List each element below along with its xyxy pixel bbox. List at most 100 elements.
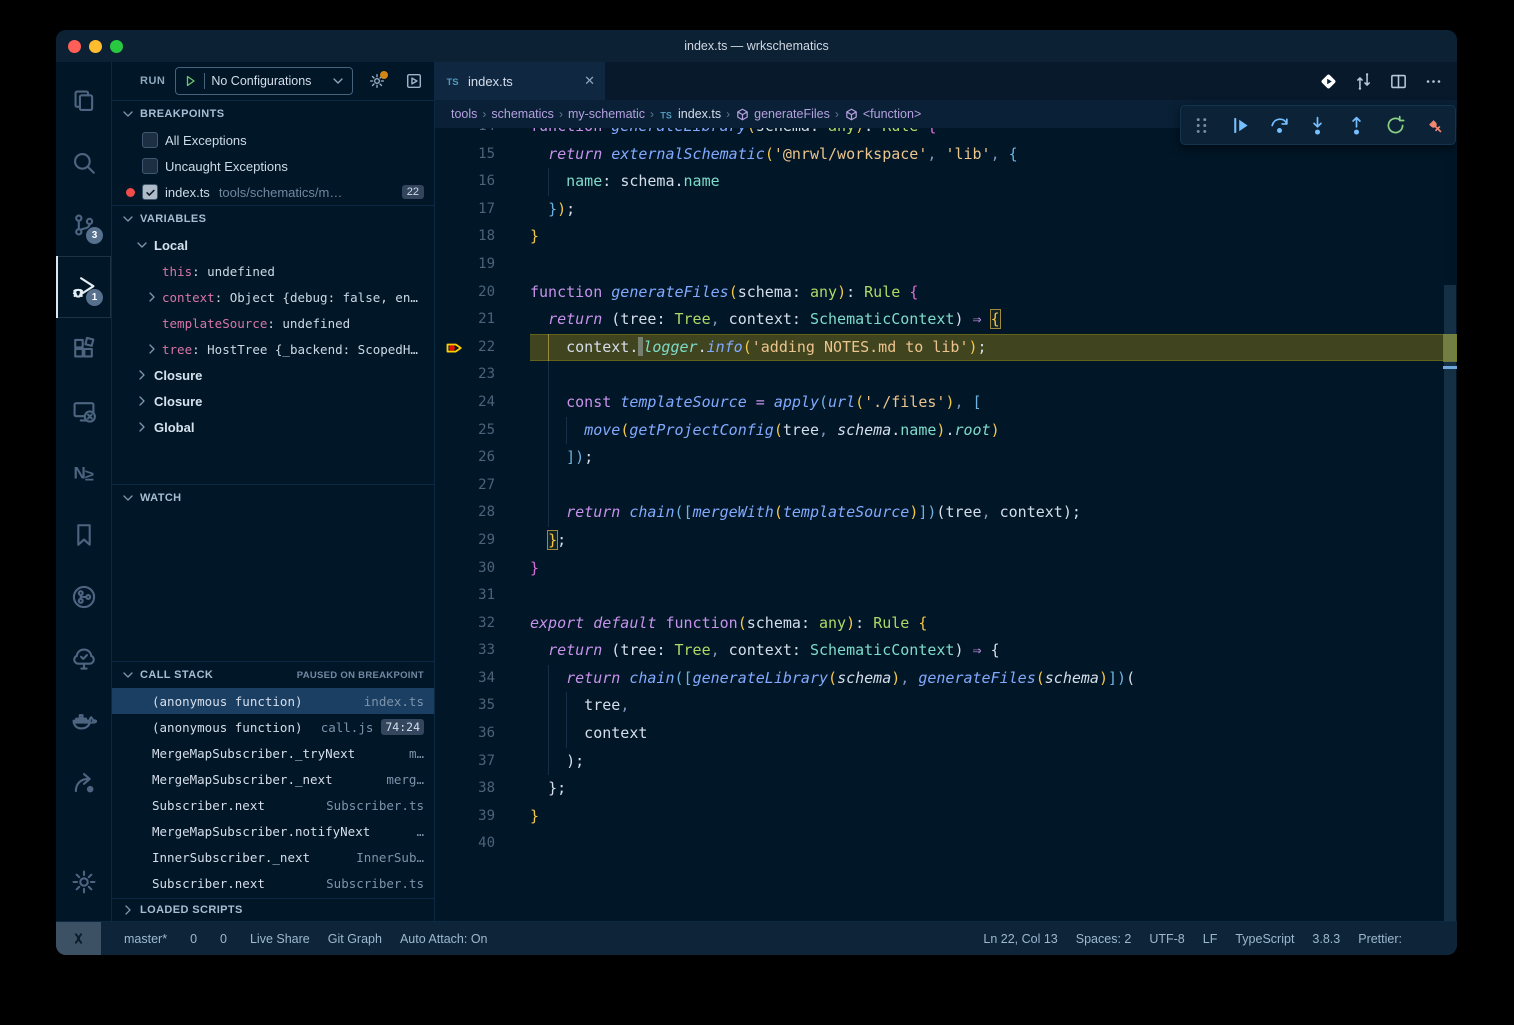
gutter[interactable]: 24 xyxy=(435,389,530,417)
status-item-errors[interactable]: 0 xyxy=(185,932,197,946)
open-changes-button[interactable] xyxy=(1354,72,1373,91)
code-line-21[interactable]: 21 return (tree: Tree, context: Schemati… xyxy=(435,306,1457,334)
configure-gear-button[interactable] xyxy=(369,73,385,89)
gutter[interactable]: 23 xyxy=(435,361,530,389)
code-line-23[interactable]: 23 xyxy=(435,361,1457,389)
code-line-16[interactable]: 16 name: schema.name xyxy=(435,168,1457,196)
vertical-scrollbar[interactable] xyxy=(1443,128,1457,921)
breadcrumb-item[interactable]: my-schematic xyxy=(568,107,645,121)
gutter[interactable]: 20 xyxy=(435,279,530,307)
status-item-ts-version[interactable]: 3.8.3 xyxy=(1312,932,1340,946)
gutter[interactable]: 27 xyxy=(435,472,530,500)
status-item-eol[interactable]: LF xyxy=(1203,932,1218,946)
variable-scope-closure[interactable]: Closure xyxy=(112,388,434,414)
gutter[interactable]: 36 xyxy=(435,720,530,748)
scrollbar-thumb[interactable] xyxy=(1444,285,1456,921)
code-line-30[interactable]: 30} xyxy=(435,555,1457,583)
start-debugging-icon[interactable] xyxy=(182,73,198,89)
variables-section-header[interactable]: VARIABLES xyxy=(112,205,434,232)
breadcrumb-item[interactable]: schematics xyxy=(491,107,554,121)
call-stack-frame[interactable]: MergeMapSubscriber._nextmerg… xyxy=(112,766,434,792)
code-line-20[interactable]: 20function generateFiles(schema: any): R… xyxy=(435,279,1457,307)
activity-bar-item-live-share[interactable] xyxy=(56,752,111,814)
status-item-warnings[interactable]: 0 xyxy=(215,932,227,946)
drag-handle-button[interactable] xyxy=(1191,115,1212,136)
gutter[interactable]: 18 xyxy=(435,223,530,251)
status-item-language[interactable]: TypeScript xyxy=(1235,932,1294,946)
watch-section-header[interactable]: WATCH xyxy=(112,484,434,511)
call-stack-frame[interactable]: (anonymous function)index.ts xyxy=(112,688,434,714)
gutter[interactable]: 32 xyxy=(435,610,530,638)
gutter[interactable]: 35 xyxy=(435,692,530,720)
activity-bar-item-remote-explorer[interactable] xyxy=(56,380,111,442)
debug-console-button[interactable] xyxy=(405,72,423,90)
code-line-31[interactable]: 31 xyxy=(435,582,1457,610)
gutter[interactable]: 15 xyxy=(435,141,530,169)
code-line-33[interactable]: 33 return (tree: Tree, context: Schemati… xyxy=(435,637,1457,665)
gutter[interactable]: 37 xyxy=(435,748,530,776)
activity-bar-item-explorer[interactable] xyxy=(56,70,111,132)
disconnect-button[interactable] xyxy=(1424,115,1445,136)
activity-bar-item-run-and-debug[interactable]: 1 xyxy=(56,256,111,318)
call-stack-frame[interactable]: InnerSubscriber._nextInnerSub… xyxy=(112,844,434,870)
activity-bar-item-nx-console[interactable]: N≥ xyxy=(56,442,111,504)
status-item-cursor-position[interactable]: Ln 22, Col 13 xyxy=(983,932,1057,946)
more-actions-button[interactable] xyxy=(1424,72,1443,91)
breadcrumb-item[interactable]: generateFiles xyxy=(735,107,830,122)
code-line-39[interactable]: 39} xyxy=(435,803,1457,831)
variable-row[interactable]: context: Object {debug: false, en… xyxy=(112,284,434,310)
breakpoint-checkbox[interactable] xyxy=(142,132,158,148)
activity-bar-item-settings[interactable] xyxy=(56,851,111,913)
call-stack-frame[interactable]: (anonymous function)call.js74:24 xyxy=(112,714,434,740)
activity-bar-item-search[interactable] xyxy=(56,132,111,194)
code-line-18[interactable]: 18} xyxy=(435,223,1457,251)
variable-scope-local[interactable]: Local xyxy=(112,232,434,258)
gutter[interactable]: 22 xyxy=(435,334,530,362)
activity-bar-item-docker[interactable] xyxy=(56,690,111,752)
gutter[interactable]: 33 xyxy=(435,637,530,665)
activity-bar-item-source-control[interactable]: 3 xyxy=(56,194,111,256)
status-item-git-graph[interactable]: Git Graph xyxy=(328,932,382,946)
gutter[interactable]: 40 xyxy=(435,830,530,858)
status-item-live-share[interactable]: Live Share xyxy=(245,932,310,946)
call-stack-section-header[interactable]: CALL STACK PAUSED ON BREAKPOINT xyxy=(112,661,434,688)
variable-scope-global[interactable]: Global xyxy=(112,414,434,440)
activity-bar-item-test-explorer[interactable] xyxy=(56,628,111,690)
code-line-24[interactable]: 24 const templateSource = apply(url('./f… xyxy=(435,389,1457,417)
gutter[interactable]: 17 xyxy=(435,196,530,224)
code-line-29[interactable]: 29 }; xyxy=(435,527,1457,555)
call-stack-frame[interactable]: MergeMapSubscriber._tryNextm… xyxy=(112,740,434,766)
breakpoint-row[interactable]: Uncaught Exceptions xyxy=(112,153,434,179)
variable-scope-closure[interactable]: Closure xyxy=(112,362,434,388)
status-item-auto-attach[interactable]: Auto Attach: On xyxy=(400,932,488,946)
status-item-encoding[interactable]: UTF-8 xyxy=(1149,932,1184,946)
code-line-27[interactable]: 27 xyxy=(435,472,1457,500)
code-editor[interactable]: 14function generateLibrary(schema: any):… xyxy=(435,128,1457,921)
breakpoint-row[interactable]: index.tstools/schematics/my-sch…22 xyxy=(112,179,434,205)
code-line-35[interactable]: 35 tree, xyxy=(435,692,1457,720)
gutter[interactable]: 16 xyxy=(435,168,530,196)
status-item-prettier[interactable]: Prettier: xyxy=(1358,932,1407,946)
breakpoint-checkbox[interactable] xyxy=(142,158,158,174)
breakpoint-current-line-icon[interactable] xyxy=(445,338,465,358)
breakpoints-section-header[interactable]: BREAKPOINTS xyxy=(112,100,434,127)
variable-row[interactable]: tree: HostTree {_backend: ScopedH… xyxy=(112,336,434,362)
breakpoint-checkbox[interactable] xyxy=(142,184,158,200)
remote-indicator[interactable] xyxy=(56,922,101,955)
code-line-25[interactable]: 25 move(getProjectConfig(tree, schema.na… xyxy=(435,417,1457,445)
gutter[interactable]: 38 xyxy=(435,775,530,803)
gutter[interactable]: 19 xyxy=(435,251,530,279)
code-line-19[interactable]: 19 xyxy=(435,251,1457,279)
step-into-button[interactable] xyxy=(1307,115,1328,136)
call-stack-frame[interactable]: MergeMapSubscriber.notifyNext… xyxy=(112,818,434,844)
code-line-37[interactable]: 37 ); xyxy=(435,748,1457,776)
code-line-22[interactable]: 22 context.logger.info('adding NOTES.md … xyxy=(435,334,1457,362)
breadcrumb-item[interactable]: <function> xyxy=(844,107,921,122)
code-line-38[interactable]: 38 }; xyxy=(435,775,1457,803)
code-line-17[interactable]: 17 }); xyxy=(435,196,1457,224)
activity-bar-item-git-graph[interactable] xyxy=(56,566,111,628)
activity-bar-item-bookmarks[interactable] xyxy=(56,504,111,566)
gutter[interactable]: 28 xyxy=(435,499,530,527)
gutter[interactable]: 31 xyxy=(435,582,530,610)
variable-row[interactable]: templateSource: undefined xyxy=(112,310,434,336)
